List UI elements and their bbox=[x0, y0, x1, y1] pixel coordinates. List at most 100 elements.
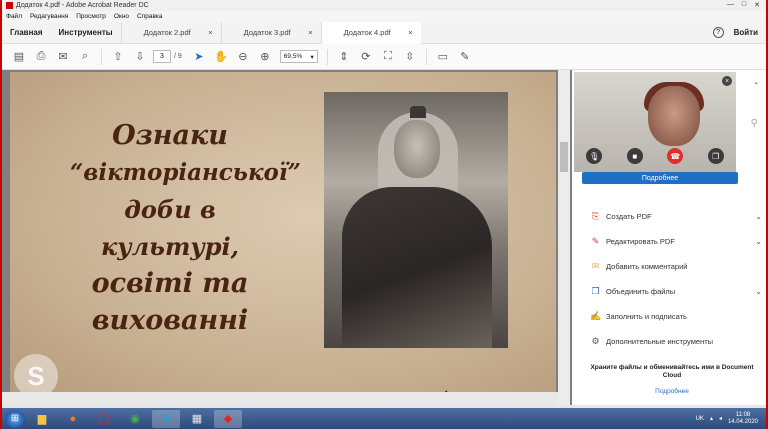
firefox-icon[interactable]: ● bbox=[59, 410, 87, 428]
tool-fill-sign[interactable]: ✍ Заполнить и подписать bbox=[590, 304, 762, 329]
chevron-down-icon: ▾ bbox=[310, 53, 314, 61]
horizontal-scrollbar[interactable] bbox=[2, 392, 558, 405]
fit-icon[interactable]: ⇕ bbox=[333, 47, 355, 67]
chevron-up-icon[interactable]: ˆ bbox=[755, 82, 758, 93]
network-icon[interactable]: ▴ bbox=[710, 415, 713, 422]
toolbar-divider bbox=[326, 48, 328, 65]
scrollbar-thumb[interactable] bbox=[560, 142, 568, 172]
document-viewport[interactable]: Ознаки “вікторіанської” доби в культурі,… bbox=[2, 70, 572, 405]
toolbar: ▤ ⎙ ✉ ⌕ ⇧ ⇩ 3 / 9 ➤ ✋ ⊖ ⊕ 69,5% ▾ ⇕ ⟳ ⛶ … bbox=[2, 44, 766, 70]
tool-combine-files[interactable]: ❐ Объединить файлы ⌄ bbox=[590, 279, 762, 304]
tool-label: Заполнить и подписать bbox=[606, 312, 687, 321]
menu-edit[interactable]: Редагування bbox=[30, 13, 68, 20]
help-icon[interactable]: ? bbox=[712, 27, 724, 38]
tabbar-right: ? Войти bbox=[712, 27, 766, 38]
slide-title-line: освіті та bbox=[91, 268, 249, 299]
slide-title: Ознаки “вікторіанської” доби в культурі,… bbox=[70, 117, 301, 339]
tab-bar: Главная Инструменты Додаток 2.pdf × Дода… bbox=[2, 21, 766, 44]
start-button[interactable]: ⊞ bbox=[5, 409, 25, 428]
doc-tab[interactable]: Додаток 2.pdf × bbox=[120, 21, 221, 44]
print-icon[interactable]: ⎙ bbox=[30, 47, 52, 67]
tab-close-icon[interactable]: × bbox=[408, 28, 412, 37]
menu-window[interactable]: Окно bbox=[114, 13, 129, 20]
clock[interactable]: 11:08 14.04.2020 bbox=[728, 412, 758, 426]
page-up-icon[interactable]: ⇧ bbox=[107, 47, 129, 67]
menu-view[interactable]: Просмотр bbox=[76, 13, 106, 20]
tab-close-icon[interactable]: × bbox=[208, 28, 212, 37]
tab-home[interactable]: Главная bbox=[2, 28, 51, 37]
mail-icon[interactable]: ✉ bbox=[52, 47, 74, 67]
clock-time: 11:08 bbox=[735, 411, 751, 418]
page-down-icon[interactable]: ⇩ bbox=[129, 47, 151, 67]
share-icon[interactable]: ⚲ bbox=[751, 118, 758, 129]
slide-title-line: вихованні bbox=[91, 305, 249, 336]
scroll-icon[interactable]: ⇳ bbox=[399, 47, 421, 67]
switch-window-icon[interactable]: ❐ bbox=[707, 148, 724, 164]
zoom-in-icon[interactable]: ⊕ bbox=[254, 47, 276, 67]
combine-icon: ❐ bbox=[591, 286, 600, 296]
tool-create-pdf[interactable]: ⎘ Создать PDF ⌄ bbox=[590, 204, 762, 229]
close-window-button[interactable]: ✕ bbox=[754, 1, 760, 9]
microphone-icon[interactable]: 🎙 bbox=[586, 148, 603, 164]
menu-help[interactable]: Справка bbox=[137, 13, 163, 20]
more-button[interactable]: Подробнее bbox=[582, 172, 738, 184]
hangup-icon[interactable]: ☎ bbox=[667, 148, 684, 164]
page-number-input[interactable]: 3 bbox=[153, 50, 171, 63]
save-icon[interactable]: ▤ bbox=[8, 47, 30, 67]
vertical-scrollbar[interactable] bbox=[558, 70, 570, 405]
search-icon[interactable]: ⌕ bbox=[74, 47, 96, 67]
skype-taskbar-icon[interactable]: S bbox=[152, 409, 180, 428]
zoom-out-icon[interactable]: ⊖ bbox=[232, 47, 254, 67]
document-cloud-text: Храните файлы и обменивайтесь ими в Docu… bbox=[590, 364, 754, 379]
menu-file[interactable]: Файл bbox=[6, 13, 22, 20]
doc-tab-active[interactable]: Додаток 4.pdf × bbox=[320, 21, 421, 44]
explorer-icon[interactable]: ▆ bbox=[28, 410, 56, 428]
skype-call-window[interactable]: × 🎙 ■ ☎ ❐ bbox=[574, 72, 736, 172]
doc-tab-label: Додаток 4.pdf bbox=[343, 28, 391, 37]
tool-edit-pdf[interactable]: ✎ Редактировать PDF ⌄ bbox=[590, 229, 762, 254]
tool-more-tools[interactable]: ⚙ Дополнительные инструменты bbox=[590, 329, 762, 354]
camera-icon[interactable]: ■ bbox=[626, 148, 643, 164]
minimize-button[interactable]: — bbox=[727, 1, 734, 9]
fullscreen-icon[interactable]: ⛶ bbox=[377, 47, 399, 67]
close-call-icon[interactable]: × bbox=[722, 76, 732, 86]
tool-label: Создать PDF bbox=[606, 212, 652, 221]
tool-label: Добавить комментарий bbox=[606, 262, 688, 271]
caller-video bbox=[648, 86, 700, 146]
doc-tab-label: Додаток 3.pdf bbox=[243, 28, 291, 37]
tab-close-icon[interactable]: × bbox=[308, 28, 312, 37]
tab-tools[interactable]: Инструменты bbox=[51, 28, 121, 37]
comment-icon[interactable]: ▭ bbox=[432, 47, 454, 67]
language-indicator[interactable]: UK bbox=[696, 416, 704, 422]
slide-title-line: доби в культурі, bbox=[101, 195, 239, 261]
select-icon[interactable]: ➤ bbox=[188, 47, 210, 67]
toolbar-divider bbox=[101, 48, 102, 65]
chevron-down-icon[interactable]: ⌄ bbox=[755, 237, 762, 246]
title-bar: Додаток 4.pdf - Adobe Acrobat Reader DC … bbox=[2, 0, 766, 11]
call-controls: 🎙 ■ ☎ ❐ bbox=[574, 148, 736, 164]
zoom-select[interactable]: 69,5% ▾ bbox=[279, 50, 318, 63]
sign-in-button[interactable]: Войти bbox=[734, 28, 758, 37]
pen-icon[interactable]: ✎ bbox=[454, 47, 476, 67]
edit-pdf-icon: ✎ bbox=[591, 236, 600, 246]
tool-label: Объединить файлы bbox=[606, 287, 676, 296]
word-icon[interactable]: ▦ bbox=[183, 410, 211, 428]
rotate-icon[interactable]: ⟳ bbox=[355, 47, 377, 67]
chevron-down-icon[interactable]: ⌄ bbox=[755, 212, 762, 221]
doc-tab-label: Додаток 2.pdf bbox=[143, 28, 191, 37]
tools-pane: × 🎙 ■ ☎ ❐ ˆ ⚲ Подробнее ⎘ Создать PDF ⌄ … bbox=[572, 70, 766, 405]
document-cloud-link[interactable]: Подробнее bbox=[582, 388, 762, 395]
window-controls: — □ ✕ bbox=[727, 1, 760, 9]
chrome-icon[interactable]: ◉ bbox=[121, 410, 149, 428]
tool-label: Редактировать PDF bbox=[606, 237, 675, 246]
opera-icon[interactable]: ◯ bbox=[90, 410, 118, 428]
hand-icon[interactable]: ✋ bbox=[210, 47, 232, 67]
tool-add-comment[interactable]: ✉ Добавить комментарий bbox=[590, 254, 762, 279]
acrobat-taskbar-icon[interactable]: ◆ bbox=[214, 409, 242, 428]
clock-date: 14.04.2020 bbox=[727, 418, 758, 425]
volume-icon[interactable]: ◂ bbox=[719, 415, 722, 422]
menu-bar: Файл Редагування Просмотр Окно Справка bbox=[2, 11, 766, 22]
chevron-down-icon[interactable]: ⌄ bbox=[755, 287, 762, 296]
maximize-button[interactable]: □ bbox=[742, 1, 746, 9]
doc-tab[interactable]: Додаток 3.pdf × bbox=[220, 21, 321, 44]
